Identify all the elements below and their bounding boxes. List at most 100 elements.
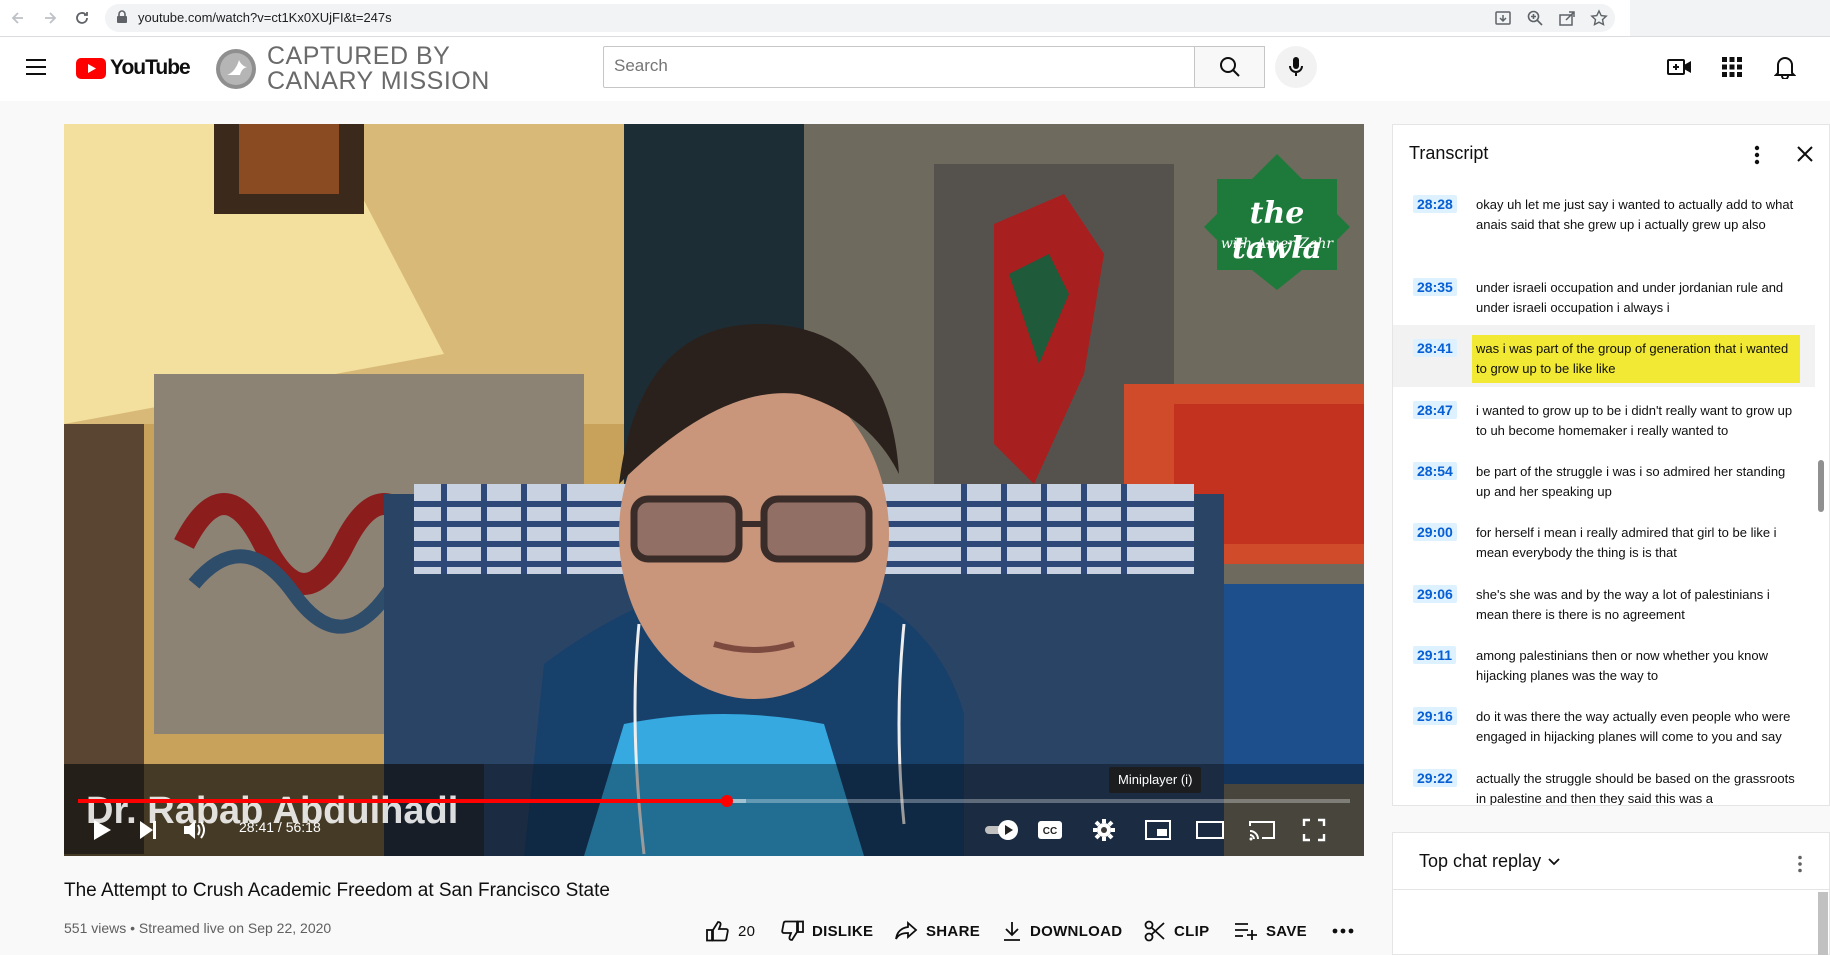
segment-text: among palestinians then or now whether y…: [1476, 648, 1768, 683]
share-page-icon[interactable]: [1558, 9, 1576, 27]
miniplayer-button[interactable]: [1138, 810, 1178, 850]
install-icon[interactable]: [1494, 9, 1512, 27]
chat-divider: [1393, 889, 1830, 890]
segment-text-highlighted: was i was part of the group of generatio…: [1472, 335, 1800, 383]
segment-text: actually the struggle should be based on…: [1476, 771, 1795, 806]
fullscreen-icon: [1302, 818, 1326, 842]
share-label: SHARE: [926, 922, 981, 940]
transcript-scrollbar[interactable]: [1818, 460, 1824, 512]
settings-button[interactable]: [1084, 810, 1124, 850]
segment-timestamp[interactable]: 28:35: [1413, 278, 1457, 296]
thumbs-up-icon: [706, 921, 729, 942]
segment-text: for herself i mean i really admired that…: [1476, 525, 1777, 560]
download-button[interactable]: DOWNLOAD: [1002, 918, 1122, 944]
segment-timestamp[interactable]: 29:06: [1413, 585, 1457, 603]
segment-text: she's she was and by the way a lot of pa…: [1476, 587, 1770, 622]
transcript-segment-active[interactable]: 28:41 was i was part of the group of gen…: [1393, 325, 1815, 387]
zoom-icon[interactable]: [1526, 9, 1544, 27]
menu-icon[interactable]: [24, 57, 48, 77]
segment-timestamp[interactable]: 28:47: [1413, 401, 1457, 419]
more-horizontal-icon: [1332, 928, 1354, 934]
captions-button[interactable]: CC: [1030, 810, 1070, 850]
captions-icon: CC: [1038, 821, 1062, 839]
segment-timestamp[interactable]: 28:28: [1413, 195, 1457, 213]
segment-text: do it was there the way actually even pe…: [1476, 709, 1791, 744]
next-button[interactable]: [128, 810, 168, 850]
page-scrollbar[interactable]: [1818, 892, 1828, 955]
search-icon: [1219, 57, 1240, 77]
share-arrow-icon: [895, 921, 918, 940]
back-icon[interactable]: [6, 6, 30, 30]
close-icon[interactable]: [1796, 145, 1814, 163]
notifications-bell-icon[interactable]: [1773, 55, 1797, 80]
chat-mode-dropdown[interactable]: Top chat replay: [1419, 851, 1561, 872]
channel-banner: CAPTURED BY CANARY MISSION: [267, 44, 490, 94]
apps-grid-icon[interactable]: [1722, 57, 1742, 77]
chevron-down-icon: [1548, 857, 1560, 865]
share-button[interactable]: SHARE: [894, 918, 980, 944]
search-box: [603, 46, 1195, 88]
transcript-segment[interactable]: 29:06 she's she was and by the way a lot…: [1393, 585, 1815, 629]
clip-label: CLIP: [1174, 922, 1210, 940]
transcript-segment[interactable]: 28:28 okay uh let me just say i wanted t…: [1393, 195, 1815, 255]
transcript-segment[interactable]: 28:35 under israeli occupation and under…: [1393, 278, 1815, 322]
video-meta: 551 views • Streamed live on Sep 22, 202…: [64, 920, 332, 936]
clip-button[interactable]: CLIP: [1144, 918, 1209, 944]
save-button[interactable]: SAVE: [1234, 918, 1307, 944]
theater-mode-button[interactable]: [1190, 810, 1230, 850]
like-button[interactable]: 20: [706, 918, 755, 944]
watermark-subtitle: with Amer Zahr: [1220, 236, 1334, 252]
segment-timestamp[interactable]: 29:16: [1413, 707, 1457, 725]
transcript-segment[interactable]: 29:22 actually the struggle should be ba…: [1393, 769, 1815, 806]
dislike-button[interactable]: DISLIKE: [780, 918, 873, 944]
profile-area[interactable]: [1630, 0, 1830, 36]
forward-icon[interactable]: [38, 6, 62, 30]
url-text[interactable]: youtube.com/watch?v=ct1Kx0XUjFI&t=247s: [138, 10, 392, 25]
miniplayer-icon: [1145, 820, 1171, 840]
video-player[interactable]: the tawla with Amer Zahr Dr. Rabab Abdul…: [64, 124, 1364, 856]
segment-timestamp[interactable]: 29:11: [1413, 646, 1457, 664]
play-button[interactable]: [82, 810, 122, 850]
gear-icon: [1093, 819, 1115, 841]
transcript-segment[interactable]: 28:47 i wanted to grow up to be i didn't…: [1393, 401, 1815, 445]
voice-search-button[interactable]: [1275, 46, 1317, 88]
canary-mission-bird-icon: [215, 48, 257, 90]
dislike-label: DISLIKE: [812, 922, 874, 940]
transcript-segment[interactable]: 28:54 be part of the struggle i was i so…: [1393, 462, 1815, 506]
segment-timestamp[interactable]: 28:41: [1413, 339, 1457, 357]
show-watermark-logo: the tawla with Amer Zahr: [1202, 152, 1352, 292]
scissors-icon: [1144, 920, 1165, 942]
youtube-logo-text: YouTube: [110, 56, 191, 79]
search-input[interactable]: [604, 47, 1184, 85]
like-count: 20: [738, 922, 756, 940]
mute-button[interactable]: [174, 810, 214, 850]
create-video-icon[interactable]: [1666, 55, 1694, 79]
thumbs-down-icon: [781, 920, 804, 941]
bookmark-star-icon[interactable]: [1590, 9, 1608, 27]
segment-timestamp[interactable]: 28:54: [1413, 462, 1457, 480]
segment-timestamp[interactable]: 29:00: [1413, 523, 1457, 541]
time-display: 28:41 / 56:18: [239, 819, 321, 835]
download-icon: [1004, 922, 1020, 941]
transcript-segment[interactable]: 29:16 do it was there the way actually e…: [1393, 707, 1815, 751]
transcript-segment[interactable]: 29:00 for herself i mean i really admire…: [1393, 523, 1815, 567]
segment-timestamp[interactable]: 29:22: [1413, 769, 1457, 787]
chat-more-vertical-icon[interactable]: [1797, 855, 1803, 873]
more-actions-button[interactable]: [1332, 918, 1354, 944]
more-vertical-icon[interactable]: [1753, 145, 1761, 165]
banner-line-1: CAPTURED BY: [267, 42, 451, 70]
reload-icon[interactable]: [70, 6, 94, 30]
fullscreen-button[interactable]: [1294, 810, 1334, 850]
progress-scrubber[interactable]: [720, 795, 733, 807]
add-to-playlist-icon: [1235, 923, 1257, 940]
youtube-logo[interactable]: YouTube: [76, 56, 191, 80]
search-button[interactable]: [1195, 46, 1265, 88]
transcript-segment[interactable]: 29:11 among palestinians then or now whe…: [1393, 646, 1815, 690]
transcript-title: Transcript: [1409, 143, 1489, 163]
segment-text: okay uh let me just say i wanted to actu…: [1476, 197, 1794, 232]
segment-text: i wanted to grow up to be i didn't reall…: [1476, 403, 1793, 438]
cast-button[interactable]: [1242, 810, 1282, 850]
miniplayer-tooltip: Miniplayer (i): [1109, 767, 1202, 793]
progress-bar[interactable]: [78, 795, 1350, 807]
autoplay-toggle[interactable]: [982, 810, 1022, 850]
